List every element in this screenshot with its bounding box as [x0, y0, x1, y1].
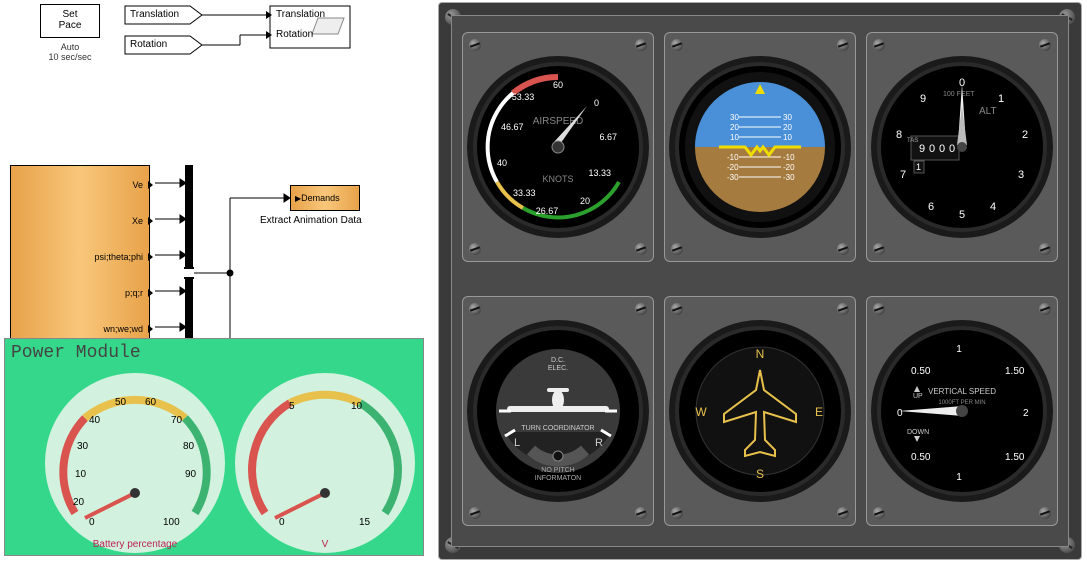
svg-text:E: E: [815, 405, 823, 419]
svg-text:D.C.: D.C.: [551, 357, 565, 364]
svg-text:ALT: ALT: [979, 106, 997, 117]
svg-text:20: 20: [580, 196, 590, 206]
instrument-row-1: AIRSPEED KNOTS 60 53.33 46.67 40 33.33 2…: [462, 32, 1058, 262]
svg-text:-10: -10: [783, 153, 795, 162]
svg-text:9: 9: [919, 143, 925, 155]
vertical-speed-indicator: VERTICAL SPEED 1000FT PER MIN UP DOWN 0 …: [866, 296, 1058, 526]
svg-text:2: 2: [1022, 129, 1028, 141]
svg-text:DOWN: DOWN: [907, 429, 929, 436]
battery-gauge: 30 40 50 60 70 80 10 20 0 100 90: [45, 373, 225, 553]
svg-text:NO PITCH: NO PITCH: [541, 467, 574, 474]
svg-text:1.50: 1.50: [1005, 366, 1025, 377]
svg-text:40: 40: [497, 158, 507, 168]
svg-text:7: 7: [900, 169, 906, 181]
rotation-in-label: Rotation: [130, 39, 167, 50]
svg-text:INFORMATON: INFORMATON: [535, 475, 581, 482]
svg-text:0: 0: [929, 143, 935, 155]
svg-text:10: 10: [730, 133, 739, 142]
svg-text:0: 0: [939, 143, 945, 155]
svg-text:1: 1: [916, 162, 921, 172]
svg-text:N: N: [756, 347, 765, 361]
svg-text:0: 0: [594, 98, 599, 108]
svg-text:6: 6: [928, 201, 934, 213]
svg-text:1: 1: [956, 344, 962, 355]
svg-text:1: 1: [998, 93, 1004, 105]
svg-text:20: 20: [730, 123, 739, 132]
svg-text:UP: UP: [913, 393, 923, 400]
airspeed-indicator: AIRSPEED KNOTS 60 53.33 46.67 40 33.33 2…: [462, 32, 654, 262]
svg-text:20: 20: [783, 123, 792, 132]
power-module: Power Module 30 40 50 60 70 80 10 20 0 1…: [4, 338, 424, 556]
svg-text:13.33: 13.33: [588, 168, 611, 178]
diagram-mid: Ve Xe psi;theta;phi p;q;r wn;we;wd Measu…: [0, 75, 430, 335]
svg-text:-20: -20: [727, 163, 739, 172]
svg-text:0.50: 0.50: [911, 452, 931, 463]
panel-inner: AIRSPEED KNOTS 60 53.33 46.67 40 33.33 2…: [451, 15, 1069, 547]
rotation-out-label: Rotation: [276, 29, 313, 40]
svg-text:KNOTS: KNOTS: [542, 174, 573, 184]
svg-text:30: 30: [783, 113, 792, 122]
voltage-gauge: 5 10 0 15: [235, 373, 415, 553]
extract-anim-caption: Extract Animation Data: [260, 215, 362, 226]
svg-text:3: 3: [1018, 169, 1024, 181]
turn-coordinator: D.C. ELEC. TURN COORDINATOR L R: [462, 296, 654, 526]
svg-text:0: 0: [949, 143, 955, 155]
heading-indicator: N E S W: [664, 296, 856, 526]
ds-out-ve: Ve: [132, 180, 143, 190]
svg-text:VERTICAL SPEED: VERTICAL SPEED: [928, 387, 996, 396]
svg-text:60: 60: [553, 80, 563, 90]
svg-text:100 FEET: 100 FEET: [943, 91, 975, 98]
svg-text:W: W: [695, 405, 707, 419]
svg-text:-30: -30: [783, 173, 795, 182]
svg-text:TAS: TAS: [907, 138, 918, 144]
svg-text:0: 0: [897, 408, 903, 419]
svg-text:9: 9: [920, 93, 926, 105]
svg-text:ELEC.: ELEC.: [548, 365, 568, 372]
translation-in-label: Translation: [130, 9, 179, 20]
svg-text:53.33: 53.33: [512, 92, 535, 102]
svg-text:1.50: 1.50: [1005, 452, 1025, 463]
diagram-top: Set Pace Auto 10 sec/sec Translation Rot…: [0, 0, 430, 70]
ds-out-wn: wn;we;wd: [103, 324, 143, 334]
altimeter: ALT 100 FEET 0 1 2 3 4 5 6 7 8 9: [866, 32, 1058, 262]
instrument-panel: AIRSPEED KNOTS 60 53.33 46.67 40 33.33 2…: [438, 2, 1082, 560]
svg-text:6.67: 6.67: [599, 132, 617, 142]
svg-text:33.33: 33.33: [513, 188, 536, 198]
attitude-indicator: 30 30 20 20 10 10 -10 -10 -20 -20 -30 -3…: [664, 32, 856, 262]
svg-text:5: 5: [959, 209, 965, 221]
svg-text:L: L: [514, 437, 520, 449]
svg-text:S: S: [756, 467, 764, 481]
svg-text:1: 1: [956, 472, 962, 483]
power-module-title: Power Module: [11, 343, 141, 363]
svg-text:26.67: 26.67: [536, 206, 559, 216]
ds-out-psi: psi;theta;phi: [94, 252, 143, 262]
svg-text:TURN COORDINATOR: TURN COORDINATOR: [521, 425, 594, 432]
signal-arrows: [0, 0, 430, 70]
bus-center: [184, 267, 194, 279]
svg-text:30: 30: [730, 113, 739, 122]
instrument-row-2: D.C. ELEC. TURN COORDINATOR L R: [462, 296, 1058, 526]
extract-anim-block: ▶ Demands: [290, 185, 360, 211]
battery-caption: Battery percentage: [45, 539, 225, 550]
svg-text:-30: -30: [727, 173, 739, 182]
svg-text:10: 10: [783, 133, 792, 142]
svg-text:-10: -10: [727, 153, 739, 162]
ds-out-xe: Xe: [132, 216, 143, 226]
svg-text:2: 2: [1023, 408, 1029, 419]
svg-text:46.67: 46.67: [501, 122, 524, 132]
svg-text:0.50: 0.50: [911, 366, 931, 377]
svg-text:8: 8: [896, 129, 902, 141]
svg-text:-20: -20: [783, 163, 795, 172]
ds-out-pqr: p;q;r: [125, 288, 143, 298]
svg-text:R: R: [595, 437, 603, 449]
voltage-caption: V: [235, 539, 415, 550]
translation-out-label: Translation: [276, 9, 325, 20]
svg-text:4: 4: [990, 201, 996, 213]
